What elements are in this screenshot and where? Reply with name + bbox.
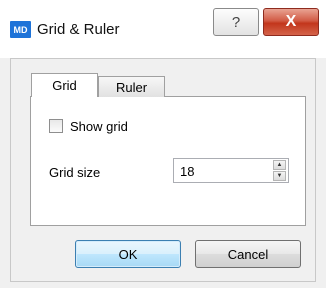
app-icon: MD	[10, 21, 31, 38]
tab-ruler[interactable]: Ruler	[98, 76, 165, 97]
help-icon: ?	[231, 13, 241, 31]
spin-up-button[interactable]: ▲	[273, 160, 286, 170]
tab-grid-label: Grid	[52, 78, 77, 93]
ok-button-label: OK	[118, 246, 138, 262]
cancel-button-label: Cancel	[227, 246, 269, 262]
grid-size-label: Grid size	[49, 165, 101, 180]
close-button[interactable]: X	[263, 8, 319, 36]
grid-ruler-dialog: MD Grid & Ruler ? X Grid Ruler Show grid…	[0, 0, 326, 288]
title-bar: MD Grid & Ruler ? X	[0, 0, 326, 58]
show-grid-label[interactable]: Show grid	[70, 119, 128, 134]
close-icon: X	[285, 13, 297, 30]
cancel-button[interactable]: Cancel	[195, 240, 301, 268]
show-grid-checkbox[interactable]	[49, 119, 63, 133]
spin-down-button[interactable]: ▼	[273, 171, 286, 181]
window-title: Grid & Ruler	[37, 21, 120, 38]
arrow-up-icon: ▲	[276, 162, 283, 168]
ok-button[interactable]: OK	[75, 240, 181, 268]
grid-size-spinbox[interactable]: 18 ▲ ▼	[173, 158, 289, 183]
tab-ruler-label: Ruler	[115, 79, 148, 95]
tab-grid[interactable]: Grid	[31, 73, 98, 97]
help-button[interactable]: ?	[213, 8, 259, 36]
arrow-down-icon: ▼	[276, 173, 283, 179]
grid-size-value[interactable]: 18	[180, 164, 194, 179]
